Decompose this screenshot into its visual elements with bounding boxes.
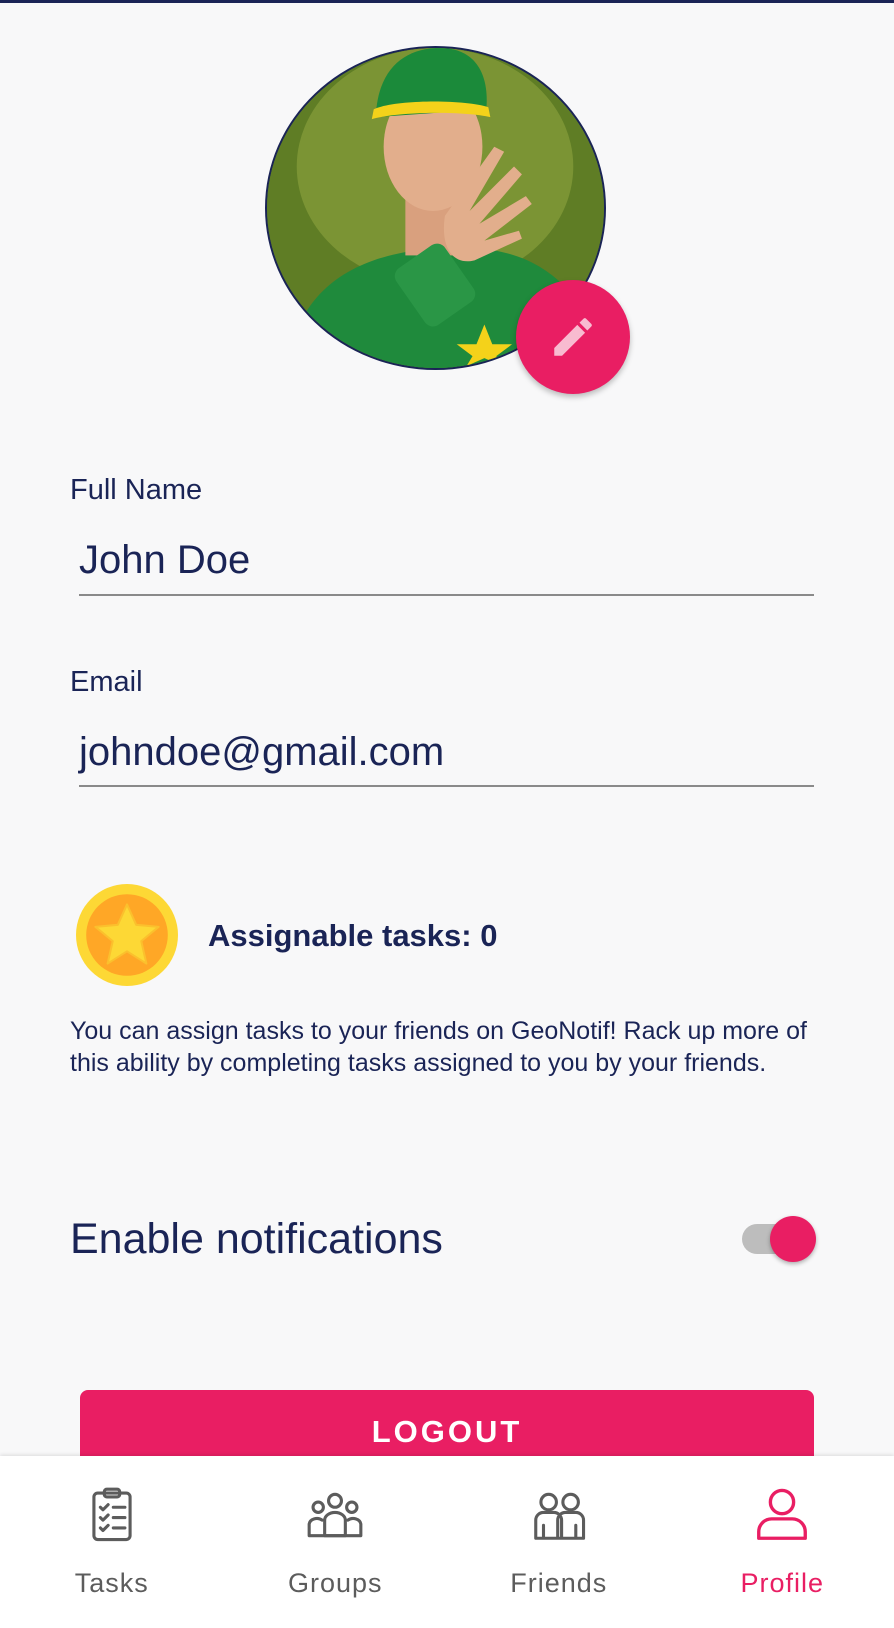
assignable-tasks-count: Assignable tasks: 0 xyxy=(208,918,498,953)
email-field[interactable]: johndoe@gmail.com xyxy=(79,730,814,787)
toggle-thumb xyxy=(770,1216,816,1262)
bottom-navigation: Tasks Groups Friends Profile xyxy=(0,1456,894,1628)
friends-icon xyxy=(533,1492,585,1540)
pencil-icon xyxy=(554,318,592,356)
avatar-section xyxy=(265,46,630,394)
nav-label-tasks: Tasks xyxy=(74,1568,149,1598)
full-name-label: Full Name xyxy=(70,474,203,506)
nav-item-groups[interactable]: Groups xyxy=(224,1456,448,1628)
star-coin-icon xyxy=(76,884,178,986)
group-icon xyxy=(307,1492,363,1538)
email-label: Email xyxy=(70,666,143,698)
top-divider xyxy=(0,0,894,3)
nav-item-profile[interactable]: Profile xyxy=(671,1456,894,1628)
profile-screen: Full Name John Doe Email johndoe@gmail.c… xyxy=(0,0,894,1628)
clipboard-list-icon xyxy=(92,1487,132,1542)
nav-label-friends: Friends xyxy=(510,1568,608,1598)
notifications-toggle[interactable] xyxy=(742,1214,816,1262)
nav-label-groups: Groups xyxy=(287,1568,383,1598)
notifications-label: Enable notifications xyxy=(70,1215,443,1263)
assignable-description: You can assign tasks to your friends on … xyxy=(70,1017,807,1077)
person-icon xyxy=(757,1488,808,1540)
nav-label-profile: Profile xyxy=(740,1568,825,1598)
edit-photo-button[interactable] xyxy=(516,280,630,394)
full-name-field[interactable]: John Doe xyxy=(79,538,814,596)
nav-item-friends[interactable]: Friends xyxy=(447,1456,671,1628)
nav-item-tasks[interactable]: Tasks xyxy=(0,1456,224,1628)
